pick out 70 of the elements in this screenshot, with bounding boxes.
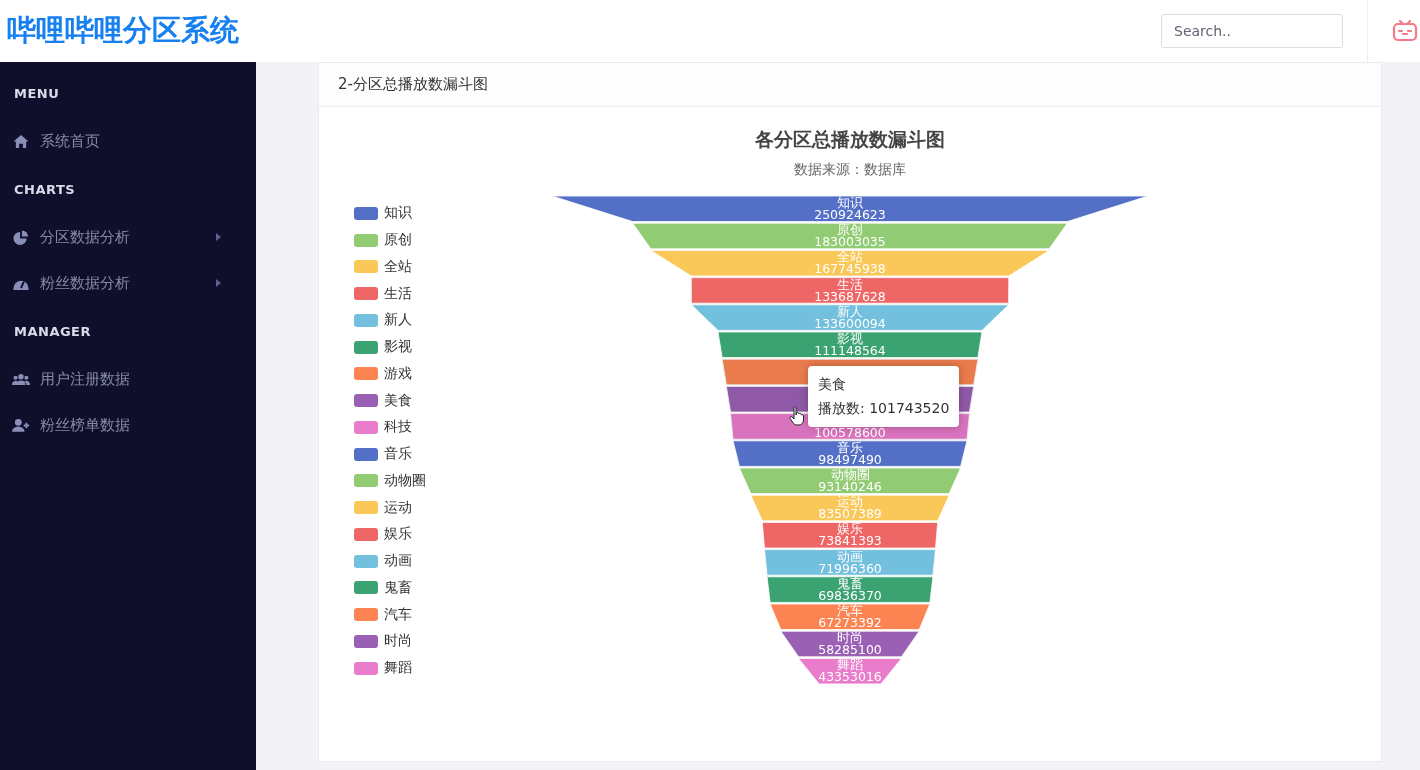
segment-label: 娱乐 xyxy=(837,521,863,537)
funnel-segment[interactable] xyxy=(766,576,934,603)
tooltip-text: 播放数: 101743520 xyxy=(818,400,950,418)
section-heading: CHARTS xyxy=(13,181,77,199)
segment-label: 动画 xyxy=(837,548,863,564)
funnel-segment[interactable] xyxy=(761,522,939,549)
segment-label: 鬼畜 xyxy=(837,575,863,591)
legend-label[interactable]: 美食 xyxy=(384,391,412,410)
segment-value: 111148564 xyxy=(814,343,886,358)
segment-label: 影视 xyxy=(837,331,863,346)
legend-label[interactable]: 时尚 xyxy=(384,632,412,651)
sidebar-item[interactable]: 用户注册数据 xyxy=(12,368,244,390)
user-plus-icon xyxy=(12,417,30,433)
caret-icon xyxy=(216,279,221,287)
chart-subtitle: 数据来源：数据库 xyxy=(794,161,906,179)
legend-label[interactable]: 运动 xyxy=(384,498,412,517)
legend-label[interactable]: 音乐 xyxy=(384,445,412,464)
legend-label[interactable]: 娱乐 xyxy=(384,525,412,544)
segment-label: 生活 xyxy=(837,276,863,292)
sidebar-item[interactable]: 粉丝榜单数据 xyxy=(12,414,244,436)
pie-chart-icon xyxy=(12,229,30,245)
sidebar-item[interactable]: 分区数据分析 xyxy=(12,226,244,248)
funnel-segment[interactable] xyxy=(717,331,983,358)
legend-label[interactable]: 动物圈 xyxy=(384,471,426,490)
funnel-segment[interactable] xyxy=(632,222,1068,250)
segment-label: 知识 xyxy=(837,195,863,210)
legend-label[interactable]: 生活 xyxy=(384,284,412,303)
segment-label: 新人 xyxy=(837,303,863,319)
segment-label: 汽车 xyxy=(837,603,863,618)
funnel-segment[interactable] xyxy=(739,467,961,494)
legend-label[interactable]: 动画 xyxy=(384,552,412,571)
funnel-segment[interactable] xyxy=(690,304,1010,331)
section-heading: MANAGER xyxy=(13,323,92,341)
segment-value: 100578600 xyxy=(814,424,886,440)
segment-value: 67273392 xyxy=(818,615,882,630)
tooltip-title: 美食 xyxy=(818,376,847,394)
sidebar-item[interactable]: 粉丝数据分析 xyxy=(12,272,244,294)
funnel-segment[interactable] xyxy=(764,549,936,576)
sidebar-item[interactable]: 系统首页 xyxy=(12,130,244,152)
legend-label[interactable]: 知识 xyxy=(384,204,412,223)
segment-label: 全站 xyxy=(837,249,863,265)
funnel-segment[interactable] xyxy=(798,658,902,685)
legend-label[interactable]: 全站 xyxy=(384,257,412,276)
funnel-segment[interactable] xyxy=(769,603,931,630)
search-field[interactable]: Search.. xyxy=(1161,14,1343,48)
segment-label: 舞蹈 xyxy=(837,657,863,673)
legend-label[interactable]: 新人 xyxy=(384,311,412,330)
segment-value: 250924623 xyxy=(814,207,886,222)
home-icon xyxy=(12,133,30,149)
funnel-segment[interactable] xyxy=(732,440,968,467)
legend-label[interactable]: 原创 xyxy=(384,231,412,250)
caret-icon xyxy=(216,233,221,241)
section-heading: MENU xyxy=(13,85,61,103)
legend-label[interactable]: 汽车 xyxy=(384,605,412,624)
tv-icon[interactable] xyxy=(1392,19,1418,43)
segment-value: 93140246 xyxy=(818,479,882,494)
legend-label[interactable]: 游戏 xyxy=(384,364,412,383)
funnel-segment[interactable] xyxy=(551,195,1149,222)
segment-label: 音乐 xyxy=(837,439,863,455)
legend-label[interactable]: 科技 xyxy=(384,418,412,437)
segment-label: 动物圈 xyxy=(830,467,870,482)
users-icon xyxy=(12,371,30,387)
card-title: 2-分区总播放数漏斗图 xyxy=(338,75,488,94)
site-title: 哔哩哔哩分区系统 xyxy=(7,12,239,49)
chart-title: 各分区总播放数漏斗图 xyxy=(755,127,945,152)
funnel-segment[interactable] xyxy=(780,630,920,658)
legend-label[interactable]: 舞蹈 xyxy=(384,659,412,678)
legend-label[interactable]: 影视 xyxy=(384,338,412,357)
funnel-segment[interactable] xyxy=(690,277,1010,304)
legend-label[interactable]: 鬼畜 xyxy=(384,578,412,597)
